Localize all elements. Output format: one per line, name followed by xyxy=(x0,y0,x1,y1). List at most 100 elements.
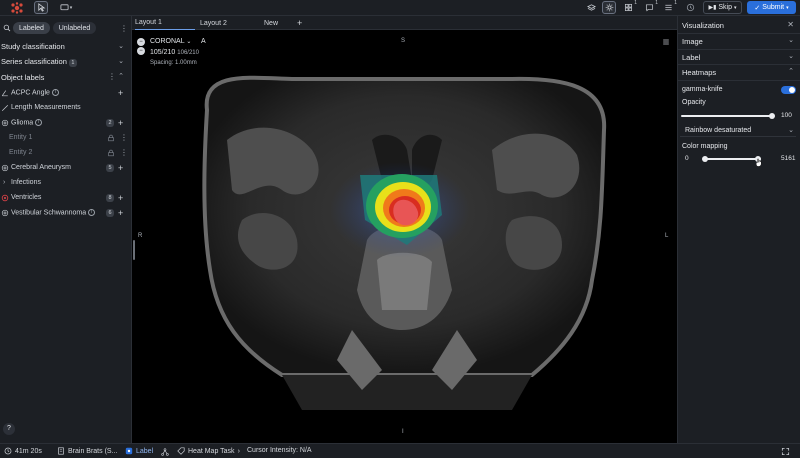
inferior-marker: I xyxy=(402,429,404,435)
filter-labeled[interactable]: Labeled xyxy=(13,22,50,34)
chevron-down-icon[interactable]: ⌄ xyxy=(788,36,794,44)
search-icon[interactable] xyxy=(3,24,11,32)
acpc-angle-label: ACPC Angle xyxy=(11,89,50,97)
comment-badge: 1 xyxy=(655,0,658,6)
label-mode-value: Label xyxy=(136,447,154,455)
layout-tabs: Layout 1 Layout 2 New + xyxy=(132,16,677,30)
add-glioma-button[interactable]: + xyxy=(118,119,123,128)
list-icon xyxy=(665,4,672,11)
tab-new[interactable]: New xyxy=(264,16,290,30)
left-marker: L xyxy=(665,233,669,239)
expand-icon[interactable] xyxy=(781,447,790,456)
pointer-tool-button[interactable] xyxy=(34,1,48,14)
lock-icon[interactable] xyxy=(107,149,115,157)
help-button[interactable]: ? xyxy=(3,423,15,435)
heatmaps-section[interactable]: Heatmaps xyxy=(682,68,716,77)
heatmap-toggle[interactable] xyxy=(781,86,796,94)
label-mode-button[interactable]: Label xyxy=(125,447,153,455)
comment-icon xyxy=(645,4,654,12)
right-panel: Visualization ✕ Image ⌄ Label ⌄ Heatmaps… xyxy=(677,16,800,443)
entity-2-options-icon[interactable]: ⋮ xyxy=(120,149,128,157)
chevron-up-icon[interactable]: ⌃ xyxy=(118,72,124,80)
display-menu-button[interactable]: ▾ xyxy=(58,1,74,14)
chevron-right-icon: › xyxy=(237,447,240,455)
series-classification-title[interactable]: Series classification 1 xyxy=(1,57,77,67)
label-section[interactable]: Label xyxy=(682,53,700,62)
lock-icon[interactable] xyxy=(107,134,115,142)
filter-unlabeled[interactable]: Unlabeled xyxy=(53,22,96,34)
chevron-down-icon[interactable]: ⌄ xyxy=(118,57,124,65)
collapse-slice-button[interactable]: − xyxy=(137,47,145,55)
color-mapping-track[interactable] xyxy=(704,158,761,160)
panel-resize-handle[interactable] xyxy=(133,240,135,260)
series-classification-label: Series classification xyxy=(1,57,67,66)
image-viewer[interactable]: Layout 1 Layout 2 New + − − CORONAL ⌄ A … xyxy=(132,16,677,443)
dataset-name[interactable]: Brain Brats (S... xyxy=(57,447,117,455)
colormap-select[interactable] xyxy=(680,124,796,137)
label-item-acpc-angle[interactable]: ACPC Angle i xyxy=(11,89,59,96)
chevron-right-icon[interactable]: › xyxy=(3,179,5,186)
menu-icon[interactable] xyxy=(662,38,670,46)
pointer-icon xyxy=(37,3,45,12)
label-item-glioma[interactable]: Glioma i xyxy=(11,119,43,127)
slice-secondary: 106/210 xyxy=(177,50,199,56)
layers-button[interactable] xyxy=(585,1,597,14)
orientation-label: CORONAL xyxy=(150,38,185,45)
entity-1-item[interactable]: Entity 1 xyxy=(9,134,32,141)
close-icon[interactable]: ✕ xyxy=(787,20,794,29)
add-ventricles-button[interactable]: + xyxy=(118,194,123,203)
more-options-icon[interactable]: ⋮ xyxy=(120,25,128,33)
orientation-selector[interactable]: CORONAL ⌄ xyxy=(150,38,191,45)
comments-button[interactable]: 1 xyxy=(643,0,658,14)
history-button[interactable] xyxy=(684,1,696,14)
label-item-vestibular-schwannoma[interactable]: Vestibular Schwannoma i xyxy=(11,209,96,216)
info-icon[interactable]: i xyxy=(51,89,59,96)
ventricles-count-badge: 8 xyxy=(106,194,114,202)
object-labels-title[interactable]: Object labels xyxy=(1,73,44,82)
superior-marker: S xyxy=(401,38,406,44)
brightness-button[interactable] xyxy=(602,1,616,14)
add-schwannoma-button[interactable]: + xyxy=(118,209,123,218)
info-icon[interactable]: i xyxy=(35,119,43,126)
submit-button[interactable]: ✓ Submit ▾ xyxy=(747,1,796,14)
opacity-slider-track[interactable] xyxy=(681,115,773,117)
label-item-infections[interactable]: Infections xyxy=(11,179,41,186)
skip-button[interactable]: ▶▮ Skip ▾ xyxy=(703,1,742,14)
entity-2-item[interactable]: Entity 2 xyxy=(9,149,32,156)
list-button[interactable]: 1 xyxy=(662,0,677,14)
color-min-value: 0 xyxy=(685,155,689,162)
heatmap-name: gamma-knife xyxy=(682,86,723,93)
chevron-down-icon[interactable]: ⌄ xyxy=(118,42,124,50)
label-item-length-measurements[interactable]: Length Measurements xyxy=(11,104,81,111)
label-item-ventricles[interactable]: Ventricles xyxy=(11,194,41,201)
opacity-slider-thumb[interactable] xyxy=(769,113,775,119)
skip-icon: ▶▮ xyxy=(708,5,717,11)
color-min-thumb[interactable] xyxy=(702,156,708,162)
brain-icon xyxy=(1,209,9,217)
app-logo[interactable] xyxy=(10,2,24,14)
image-section[interactable]: Image xyxy=(682,37,703,46)
brain-icon xyxy=(1,119,9,127)
add-acpc-angle-button[interactable]: + xyxy=(118,89,123,98)
workflow-icon[interactable] xyxy=(161,448,169,456)
study-classification-title[interactable]: Study classification xyxy=(1,42,65,51)
tab-layout-2[interactable]: Layout 2 xyxy=(200,16,260,30)
chevron-down-icon[interactable]: ⌄ xyxy=(788,52,794,60)
divider xyxy=(678,80,800,81)
collapse-info-button[interactable]: − xyxy=(137,38,145,46)
glioma-label: Glioma xyxy=(11,119,34,127)
clock-icon xyxy=(686,3,694,12)
glioma-count-badge: 2 xyxy=(106,119,114,127)
label-item-cerebral-aneurysm[interactable]: Cerebral Aneurysm xyxy=(11,164,71,171)
grid-button[interactable]: 1 xyxy=(622,0,637,14)
series-count-badge: 1 xyxy=(68,59,77,67)
add-aneurysm-button[interactable]: + xyxy=(118,164,123,173)
tab-layout-1[interactable]: Layout 1 xyxy=(135,16,195,30)
object-labels-options-icon[interactable]: ⋮ xyxy=(108,73,116,81)
entity-1-options-icon[interactable]: ⋮ xyxy=(120,134,128,142)
monitor-icon xyxy=(60,4,69,11)
task-name[interactable]: Heat Map Task › xyxy=(177,447,240,455)
info-icon[interactable]: i xyxy=(88,209,96,216)
chevron-up-icon[interactable]: ⌃ xyxy=(788,67,794,75)
add-tab-button[interactable]: + xyxy=(297,16,307,30)
